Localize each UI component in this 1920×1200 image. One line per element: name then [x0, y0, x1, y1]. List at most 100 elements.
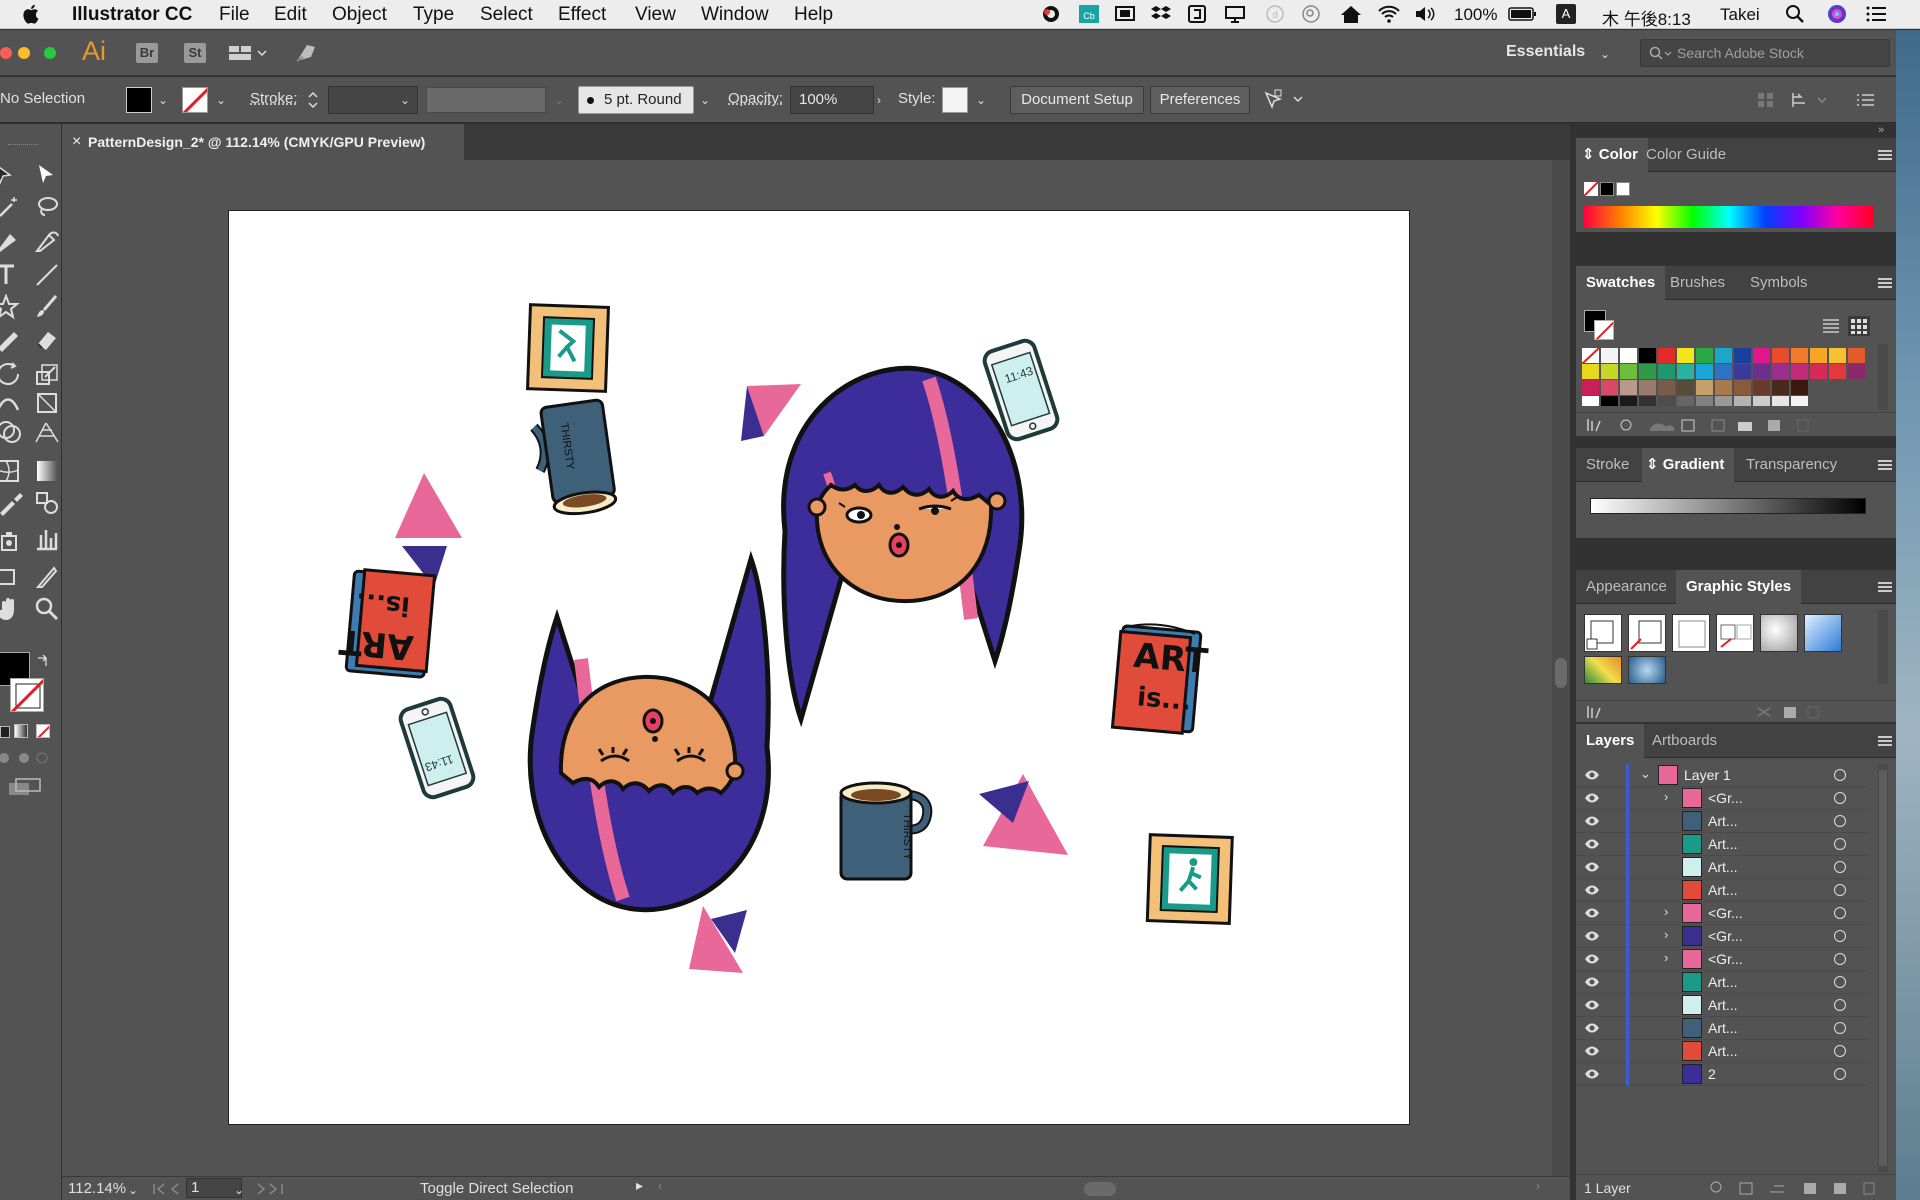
swatch[interactable] — [1772, 396, 1789, 406]
swatch[interactable] — [1848, 348, 1865, 363]
notification-center-icon[interactable] — [1866, 4, 1888, 24]
swatch[interactable] — [1658, 364, 1675, 379]
menu-view[interactable]: View — [635, 4, 676, 26]
tab-symbols[interactable]: Symbols — [1740, 266, 1818, 300]
last-artboard-icon[interactable] — [256, 1183, 286, 1195]
swatch[interactable] — [1677, 380, 1694, 395]
search-status-icon[interactable] — [1300, 4, 1322, 24]
swatch[interactable] — [1677, 364, 1694, 379]
swatch[interactable] — [1620, 348, 1637, 363]
swatch[interactable] — [1677, 348, 1694, 363]
target-circle-icon[interactable] — [1834, 976, 1846, 988]
arrange-documents-icon[interactable] — [228, 44, 268, 62]
stroke-dropdown-icon[interactable]: ⌄ — [214, 93, 228, 107]
visibility-eye-icon[interactable] — [1584, 861, 1600, 873]
swatch[interactable] — [1753, 396, 1770, 406]
opacity-arrow-icon[interactable]: › — [872, 93, 886, 107]
color-black-swatch[interactable] — [1600, 182, 1614, 196]
scroll-left-icon[interactable]: ‹ — [658, 1179, 662, 1193]
transform-icon[interactable] — [1790, 91, 1830, 109]
swatch[interactable] — [1810, 348, 1827, 363]
paintbrush-tool-icon[interactable] — [34, 294, 60, 320]
layer-name[interactable]: <Gr... — [1708, 951, 1743, 967]
menu-object[interactable]: Object — [332, 4, 387, 26]
zoom-level[interactable]: 112.14% — [68, 1180, 126, 1197]
swatch[interactable] — [1639, 348, 1656, 363]
swatch[interactable] — [1658, 348, 1675, 363]
apple-icon[interactable] — [22, 3, 40, 25]
swatch[interactable] — [1581, 347, 1600, 365]
menu-edit[interactable]: Edit — [274, 4, 307, 26]
zoom-window-button[interactable] — [44, 47, 56, 59]
visibility-eye-icon[interactable] — [1584, 838, 1600, 850]
graphic-style-white[interactable] — [1672, 614, 1710, 652]
target-circle-icon[interactable] — [1834, 953, 1846, 965]
target-circle-icon[interactable] — [1834, 838, 1846, 850]
input-method-indicator[interactable]: A — [1556, 4, 1576, 24]
mesh-tool-icon[interactable] — [0, 458, 26, 484]
stroke-weight-dropdown-icon[interactable]: ⌄ — [398, 93, 412, 107]
tab-graphic-styles[interactable]: Graphic Styles — [1676, 570, 1802, 604]
hand-tool-icon[interactable] — [0, 596, 26, 622]
grid-view-icon[interactable] — [1848, 316, 1870, 336]
swatch[interactable] — [1696, 364, 1713, 379]
visibility-eye-icon[interactable] — [1584, 930, 1600, 942]
close-window-button[interactable] — [0, 47, 12, 59]
swatch-grid[interactable] — [1581, 347, 1872, 408]
expand-toggle-icon[interactable]: ⌄ — [1640, 766, 1651, 782]
eraser-tool-icon[interactable] — [34, 326, 60, 352]
swatch[interactable] — [1620, 380, 1637, 395]
swatch[interactable] — [1734, 348, 1751, 363]
workspace-switcher[interactable]: Essentials — [1506, 43, 1585, 61]
tab-swatches[interactable]: Swatches — [1576, 266, 1666, 300]
graphic-style-pattern[interactable] — [1584, 656, 1622, 684]
wifi-icon[interactable] — [1378, 4, 1400, 24]
mug-1[interactable]: THIRSTY — [530, 398, 618, 518]
layer-name[interactable]: Layer 1 — [1684, 767, 1731, 783]
swatch[interactable] — [1601, 380, 1618, 395]
swatch[interactable] — [1620, 396, 1637, 406]
swatch[interactable] — [1715, 364, 1732, 379]
close-tab-icon[interactable]: × — [72, 124, 81, 160]
display-icon[interactable] — [1224, 4, 1246, 24]
swatch[interactable] — [1639, 380, 1656, 395]
screenshot-icon[interactable] — [1114, 4, 1136, 24]
graphic-style-texture[interactable] — [1628, 656, 1666, 684]
expand-toggle-icon[interactable]: › — [1664, 904, 1668, 919]
menu-select[interactable]: Select — [480, 4, 533, 26]
direct-selection-tool-icon[interactable] — [34, 162, 60, 188]
triangle-pair-2[interactable] — [395, 473, 462, 587]
target-circle-icon[interactable] — [1834, 907, 1846, 919]
triangle-pair-3[interactable] — [979, 774, 1068, 855]
scroll-right-icon[interactable]: › — [1536, 1179, 1540, 1193]
framed-picture-1[interactable] — [526, 303, 610, 393]
eyedropper-tool-icon[interactable] — [0, 490, 26, 516]
zoom-tool-icon[interactable] — [34, 596, 60, 622]
layer-row[interactable]: › <Gr... — [1576, 787, 1866, 810]
tab-color-guide[interactable]: Color Guide — [1636, 138, 1736, 172]
triangle-pair-1[interactable] — [741, 384, 801, 441]
target-circle-icon[interactable] — [1834, 884, 1846, 896]
layer-row[interactable]: Art... — [1576, 1017, 1866, 1040]
variable-width-profile[interactable] — [426, 87, 546, 113]
draw-mode-icons[interactable] — [0, 750, 50, 766]
target-circle-icon[interactable] — [1834, 999, 1846, 1011]
swatch[interactable] — [1715, 380, 1732, 395]
pen-tool-icon[interactable] — [0, 228, 26, 254]
creative-cloud-icon[interactable] — [1040, 4, 1062, 24]
first-artboard-icon[interactable] — [152, 1183, 182, 1195]
gradient-mode-button[interactable] — [14, 724, 28, 738]
layers-scrollbar[interactable] — [1878, 764, 1888, 1172]
search-stock-box[interactable]: Search Adobe Stock — [1640, 39, 1890, 67]
menu-window[interactable]: Window — [701, 4, 769, 26]
none-mode-button[interactable] — [36, 724, 50, 738]
siri-icon[interactable] — [1826, 4, 1848, 24]
swatch[interactable] — [1791, 380, 1808, 395]
swatches-scrollbar[interactable] — [1878, 344, 1888, 410]
visibility-eye-icon[interactable] — [1584, 907, 1600, 919]
layer-row[interactable]: Art... — [1576, 879, 1866, 902]
color-mode-button[interactable] — [0, 726, 10, 738]
color-panel-menu-icon[interactable] — [1878, 150, 1892, 160]
swatch[interactable] — [1582, 396, 1599, 406]
swatch[interactable] — [1715, 348, 1732, 363]
